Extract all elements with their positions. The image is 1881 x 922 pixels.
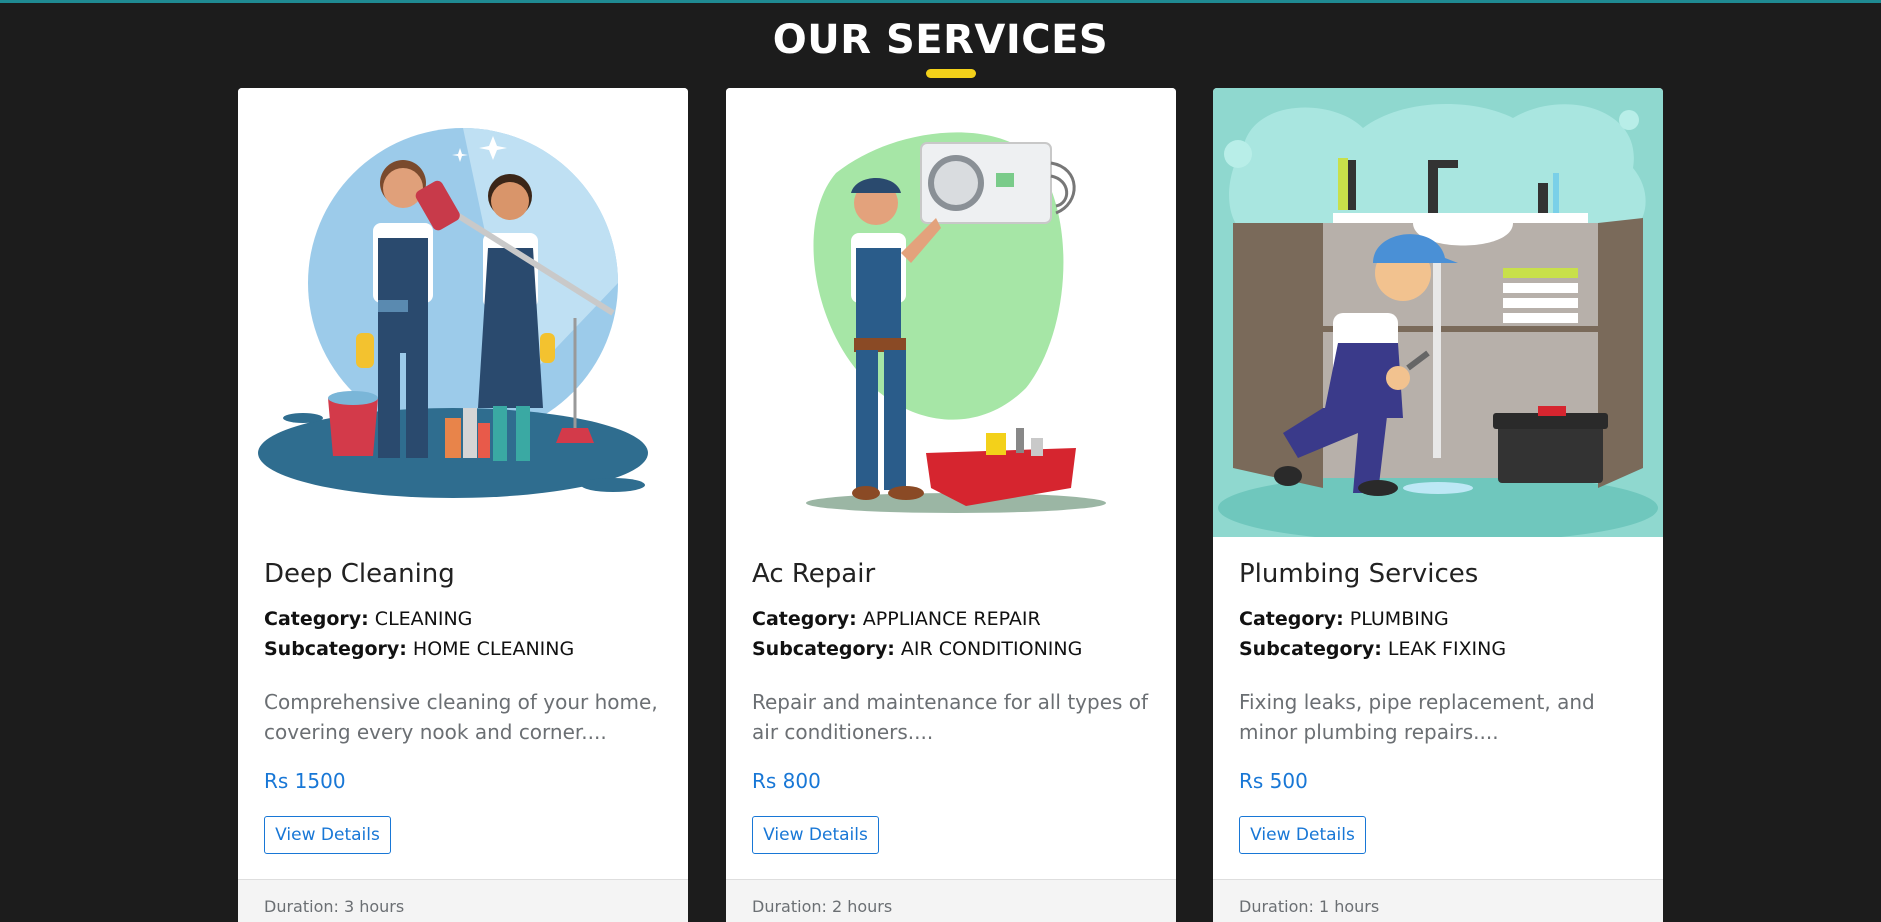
- category-label: Category:: [1239, 608, 1344, 630]
- service-description: Fixing leaks, pipe replacement, and mino…: [1239, 690, 1595, 744]
- service-price: Rs 800: [752, 769, 821, 793]
- cleaning-illustration: [238, 88, 688, 537]
- service-duration: Duration: 1 hours: [1239, 897, 1380, 916]
- service-subcategory: Subcategory: HOME CLEANING: [264, 638, 574, 660]
- card-footer: Duration: 3 hours: [238, 879, 688, 922]
- service-category: Category: CLEANING: [264, 608, 472, 630]
- section-title: OUR SERVICES: [772, 17, 1109, 63]
- category-value: PLUMBING: [1349, 608, 1449, 630]
- service-description: Comprehensive cleaning of your home, cov…: [264, 690, 658, 744]
- subcategory-value: LEAK FIXING: [1387, 638, 1507, 660]
- service-description: Repair and maintenance for all types of …: [752, 690, 1149, 744]
- card-footer: Duration: 2 hours: [726, 879, 1176, 922]
- service-title: Plumbing Services: [1239, 559, 1479, 589]
- service-card-ac-repair: Ac Repair Category: APPLIANCE REPAIR Sub…: [726, 88, 1176, 922]
- category-value: CLEANING: [374, 608, 473, 630]
- title-underline: [926, 69, 976, 78]
- service-title: Ac Repair: [752, 559, 876, 589]
- card-footer: Duration: 1 hours: [1213, 879, 1663, 922]
- card-body: Ac Repair Category: APPLIANCE REPAIR Sub…: [726, 537, 1176, 879]
- service-title: Deep Cleaning: [264, 559, 455, 589]
- card-body: Deep Cleaning Category: CLEANING Subcate…: [238, 537, 688, 879]
- card-body: Plumbing Services Category: PLUMBING Sub…: [1213, 537, 1663, 879]
- service-category: Category: APPLIANCE REPAIR: [752, 608, 1041, 630]
- view-details-button[interactable]: View Details: [752, 816, 879, 854]
- subcategory-value: AIR CONDITIONING: [900, 638, 1083, 660]
- category-value: APPLIANCE REPAIR: [862, 608, 1041, 630]
- ac-repair-illustration: [726, 88, 1176, 537]
- subcategory-label: Subcategory:: [264, 638, 407, 660]
- service-category: Category: PLUMBING: [1239, 608, 1449, 630]
- service-subcategory: Subcategory: LEAK FIXING: [1239, 638, 1506, 660]
- category-label: Category:: [752, 608, 857, 630]
- plumbing-illustration: [1213, 88, 1663, 537]
- subcategory-label: Subcategory:: [752, 638, 895, 660]
- subcategory-value: HOME CLEANING: [412, 638, 575, 660]
- subcategory-label: Subcategory:: [1239, 638, 1382, 660]
- service-card-deep-cleaning: Deep Cleaning Category: CLEANING Subcate…: [238, 88, 688, 922]
- service-duration: Duration: 3 hours: [264, 897, 405, 916]
- view-details-button[interactable]: View Details: [1239, 816, 1366, 854]
- view-details-button[interactable]: View Details: [264, 816, 391, 854]
- service-subcategory: Subcategory: AIR CONDITIONING: [752, 638, 1082, 660]
- service-card-plumbing: Plumbing Services Category: PLUMBING Sub…: [1213, 88, 1663, 922]
- service-price: Rs 500: [1239, 769, 1308, 793]
- category-label: Category:: [264, 608, 369, 630]
- service-price: Rs 1500: [264, 769, 346, 793]
- service-duration: Duration: 2 hours: [752, 897, 893, 916]
